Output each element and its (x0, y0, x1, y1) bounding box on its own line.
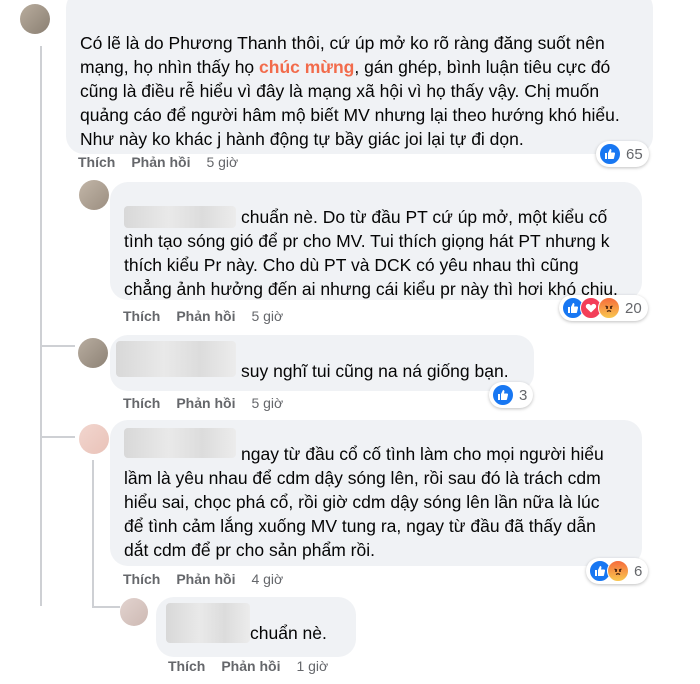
author-name-redacted (124, 206, 236, 228)
comment-text: chuẩn nè. Do từ đầu PT cứ úp mở, một kiể… (241, 207, 608, 227)
comment-text: lầm là yêu nhau để cdm dậy sóng lên, rồi… (124, 468, 601, 488)
reaction-summary[interactable]: 65 (596, 141, 649, 167)
reaction-count: 3 (519, 386, 528, 404)
reply-button[interactable]: Phản hồi (221, 658, 280, 674)
comment-text: dắt cdm để pr cho sản phẩm rồi. (124, 540, 375, 560)
comment-text: quảng cáo để người hâm mộ biết MV nhưng … (80, 105, 620, 125)
timestamp[interactable]: 5 giờ (251, 308, 283, 324)
comment-text: chuẩn nè. (250, 623, 327, 643)
avatar[interactable] (120, 598, 148, 626)
author-name-redacted (116, 341, 236, 377)
reply-button[interactable]: Phản hồi (176, 571, 235, 587)
like-button[interactable]: Thích (123, 395, 160, 411)
comment-bubble: suy nghĩ tui cũng na ná giống bạn. (110, 335, 534, 391)
like-button[interactable]: Thích (123, 308, 160, 324)
like-button[interactable]: Thích (123, 571, 160, 587)
like-icon (599, 143, 621, 165)
comment-text: ngay từ đầu cổ cố tình làm cho mọi người… (241, 444, 604, 464)
thread-line (40, 436, 75, 438)
timestamp[interactable]: 1 giờ (296, 658, 328, 674)
comment-text: Như này ko khác j hành động tự bầy giác … (80, 129, 524, 149)
hashtag-link[interactable]: chúc mừng (259, 57, 354, 77)
comment-text: Có lẽ là do Phương Thanh thôi, cứ úp mở … (80, 33, 605, 53)
comment-text: thích kiểu Pr này. Cho dù PT và DCK có y… (124, 255, 579, 275)
reply-button[interactable]: Phản hồi (176, 395, 235, 411)
avatar[interactable] (79, 180, 109, 210)
author-name-redacted (124, 428, 236, 458)
comment-bubble: ngay từ đầu cổ cố tình làm cho mọi người… (110, 420, 642, 566)
comment-actions: Thích Phản hồi 4 giờ (123, 571, 299, 587)
reaction-summary[interactable]: 6 (586, 558, 649, 584)
angry-icon (607, 560, 629, 582)
thread-line (92, 460, 94, 608)
comment-text: cũng là điều rễ hiểu vì đây là mạng xã h… (80, 81, 600, 101)
timestamp[interactable]: 4 giờ (251, 571, 283, 587)
like-button[interactable]: Thích (78, 154, 115, 170)
timestamp[interactable]: 5 giờ (206, 154, 238, 170)
author-name-redacted (166, 603, 250, 643)
reaction-count: 65 (626, 145, 643, 163)
thread-line (92, 606, 120, 608)
reaction-summary[interactable]: 3 (489, 382, 534, 408)
thread-line (40, 345, 75, 347)
like-button[interactable]: Thích (168, 658, 205, 674)
comment-text: tình tạo sóng gió để pr cho MV. Tui thíc… (124, 231, 610, 251)
comment-text: để tình cảm lắng xuống MV tung ra, ngay … (124, 516, 596, 536)
reaction-count: 6 (634, 562, 643, 580)
comment-actions: Thích Phản hồi 5 giờ (123, 308, 299, 324)
like-icon (492, 384, 514, 406)
comment-text: mạng, họ nhìn thấy họ chúc mừng, gán ghé… (80, 57, 611, 77)
timestamp[interactable]: 5 giờ (251, 395, 283, 411)
thread-line (40, 46, 42, 606)
reply-button[interactable]: Phản hồi (176, 308, 235, 324)
avatar[interactable] (79, 424, 109, 454)
comment-actions: Thích Phản hồi 1 giờ (168, 658, 344, 674)
comment-bubble: chuẩn nè. Do từ đầu PT cứ úp mở, một kiể… (110, 182, 642, 300)
angry-icon (598, 297, 620, 319)
reply-button[interactable]: Phản hồi (131, 154, 190, 170)
comment-bubble: chuẩn nè. (156, 597, 356, 657)
comment-actions: Thích Phản hồi 5 giờ (78, 154, 254, 170)
reaction-summary[interactable]: 20 (559, 295, 648, 321)
comment-text: chẳng ảnh hưởng đến ai nhưng cái kiểu pr… (124, 279, 618, 299)
avatar[interactable] (20, 4, 50, 34)
comment-actions: Thích Phản hồi 5 giờ (123, 395, 299, 411)
avatar[interactable] (78, 338, 108, 368)
comment-text: suy nghĩ tui cũng na ná giống bạn. (241, 361, 509, 381)
comment-bubble: Có lẽ là do Phương Thanh thôi, cứ úp mở … (66, 0, 653, 154)
reaction-count: 20 (625, 299, 642, 317)
comment-text: hiểu sai, chọc phá cổ, rồi giờ cdm dậy s… (124, 492, 600, 512)
